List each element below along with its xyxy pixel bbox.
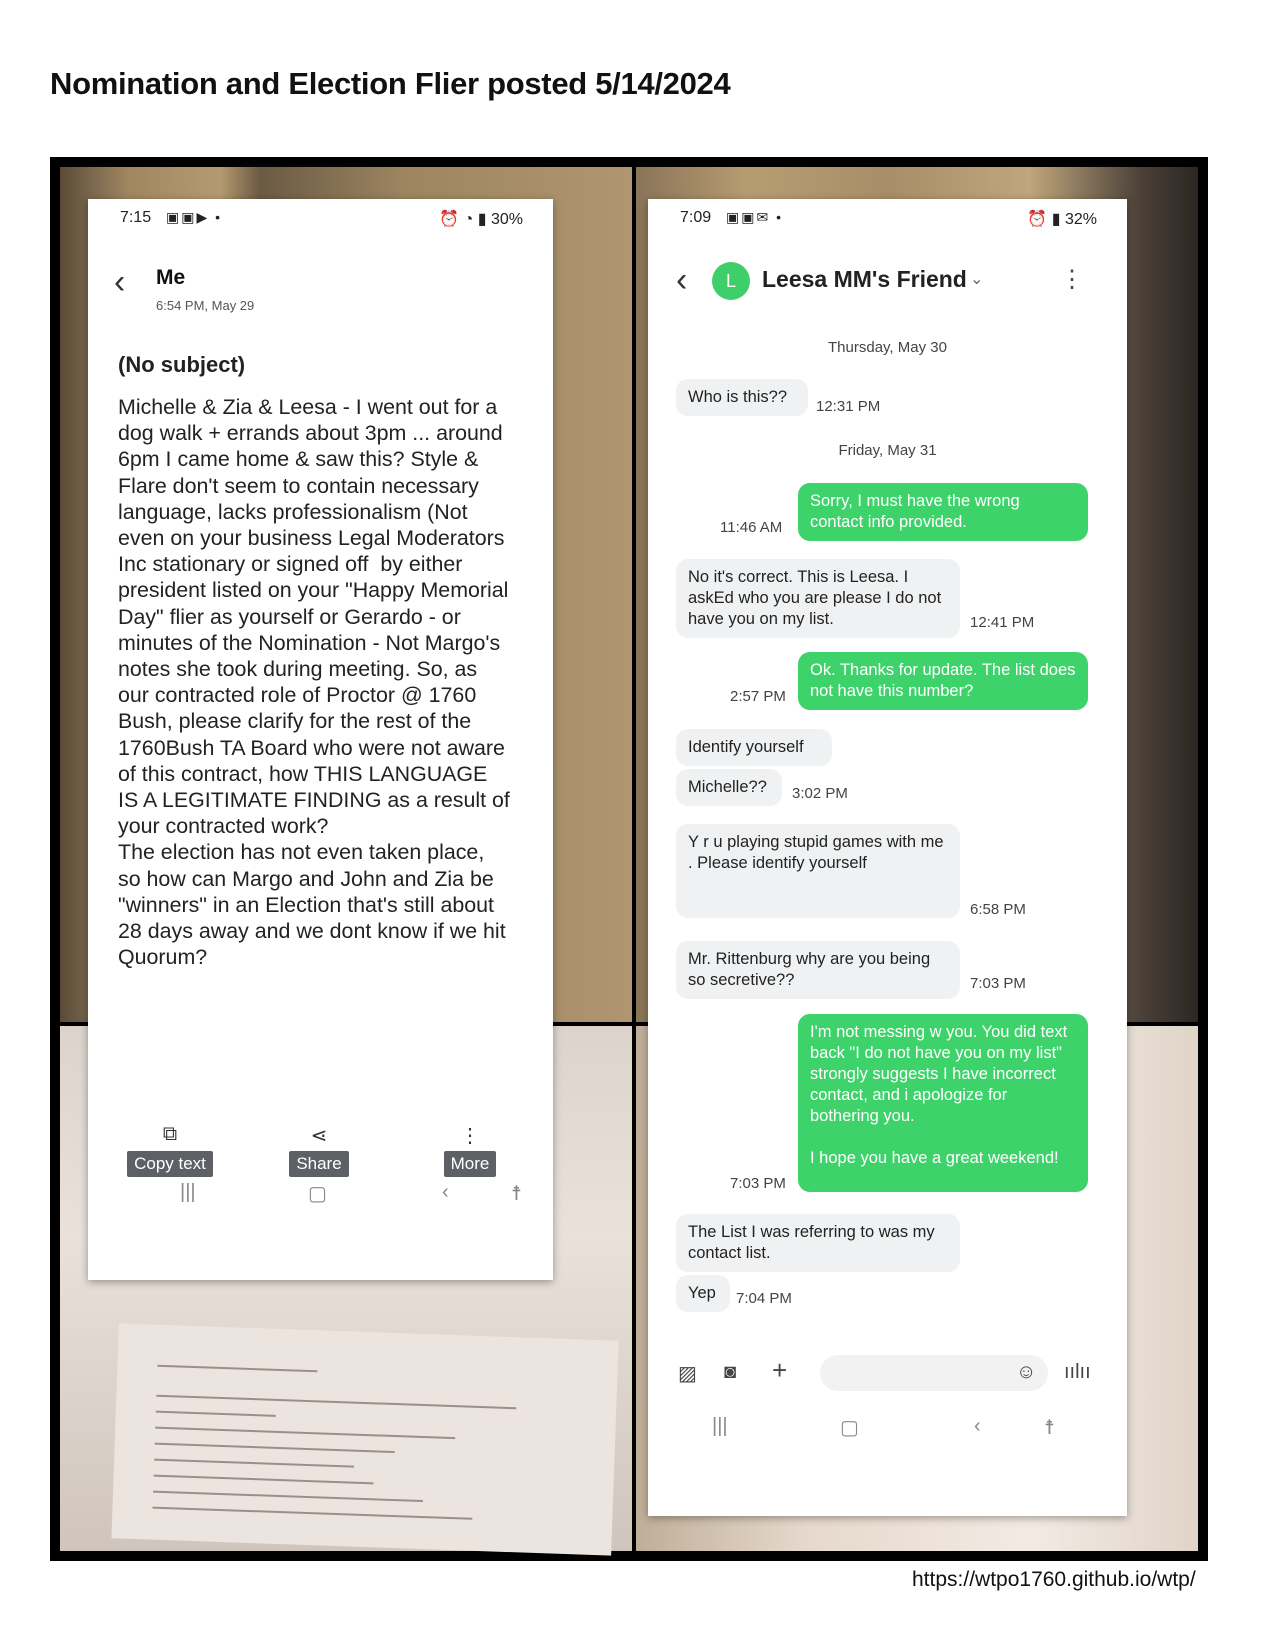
battery-level: 30% xyxy=(490,211,523,228)
share-label: Share xyxy=(289,1151,349,1177)
email-subject: (No subject) xyxy=(118,352,246,377)
day-separator: Thursday, May 30 xyxy=(828,339,947,356)
message-time: 7:04 PM xyxy=(736,1290,792,1307)
signal-icon: ⏰ ◔ ▮ xyxy=(439,211,491,228)
system-nav-bar: ||| ▢ ‹ ☨ xyxy=(88,1181,553,1209)
notification-icons: ▣▣▶ • xyxy=(166,209,223,225)
message-bubble-incoming[interactable]: Identify yourself xyxy=(676,729,832,766)
email-body: Michelle & Zia & Leesa - I went out for … xyxy=(118,395,510,970)
share-button[interactable]: ⋖ Share xyxy=(271,1123,367,1177)
message-bubble-outgoing[interactable]: Ok. Thanks for update. The list does not… xyxy=(798,652,1088,710)
copy-icon: ⧉ xyxy=(162,1123,178,1145)
notification-icons: ▣▣✉ • xyxy=(726,209,783,225)
message-bubble-incoming[interactable]: The List I was referring to was my conta… xyxy=(676,1214,960,1272)
message-time: 6:58 PM xyxy=(970,901,1026,918)
message-time: 12:31 PM xyxy=(816,398,881,415)
message-bubble-incoming[interactable]: Who is this?? xyxy=(676,379,808,416)
status-time: 7:15 xyxy=(120,209,152,226)
status-bar: 7:09 ▣▣✉ • ⏰ ▮ 32% xyxy=(648,199,1127,235)
add-icon[interactable]: + xyxy=(772,1355,787,1386)
message-bubble-incoming[interactable]: No it's correct. This is Leesa. I askEd … xyxy=(676,559,960,638)
avatar[interactable]: L xyxy=(712,262,750,300)
chevron-left-icon[interactable]: ‹ xyxy=(676,261,687,300)
message-composer: ▨ ◙ + ☺ ıılıı xyxy=(648,1349,1127,1397)
more-vert-icon: ⋮ xyxy=(460,1125,480,1147)
home-icon[interactable]: ▢ xyxy=(840,1415,859,1440)
message-date: 6:54 PM, May 29 xyxy=(156,298,255,313)
email-phone-screen: 7:15 ▣▣▶ • ⏰ ◔ ▮ 30% ‹ Me 6:54 PM, May 2… xyxy=(88,199,553,1280)
message-bubble-incoming[interactable]: Yep xyxy=(676,1275,730,1312)
message-time: 11:46 AM xyxy=(720,519,783,536)
message-time: 3:02 PM xyxy=(792,785,848,802)
chevron-left-icon[interactable]: ‹ xyxy=(114,263,125,302)
copy-text-button[interactable]: ⧉ Copy text xyxy=(122,1123,218,1177)
more-button[interactable]: ⋮ More xyxy=(422,1123,518,1177)
camera-icon[interactable]: ◙ xyxy=(724,1361,736,1384)
home-icon[interactable]: ▢ xyxy=(308,1181,327,1206)
accessibility-icon[interactable]: ☨ xyxy=(511,1181,522,1206)
share-icon: ⋖ xyxy=(310,1125,328,1147)
day-separator: Friday, May 31 xyxy=(838,442,937,459)
sms-phone-screen: 7:09 ▣▣✉ • ⏰ ▮ 32% ‹ L Leesa MM's Friend… xyxy=(648,199,1127,1516)
recent-apps-icon[interactable]: ||| xyxy=(712,1415,728,1438)
sender-name: Me xyxy=(156,266,186,289)
back-icon[interactable]: ‹ xyxy=(442,1181,449,1204)
battery-level: 32% xyxy=(1064,211,1097,228)
system-nav-bar: ||| ▢ ‹ ☨ xyxy=(648,1415,1127,1443)
more-label: More xyxy=(443,1151,497,1177)
document-title: Nomination and Election Flier posted 5/1… xyxy=(50,66,731,101)
more-vert-icon[interactable]: ⋮ xyxy=(1060,265,1084,294)
gallery-icon[interactable]: ▨ xyxy=(678,1361,697,1386)
status-bar: 7:15 ▣▣▶ • ⏰ ◔ ▮ 30% xyxy=(88,199,553,235)
message-time: 7:03 PM xyxy=(970,975,1026,992)
emoji-icon[interactable]: ☺ xyxy=(1016,1361,1036,1384)
voice-icon[interactable]: ıılıı xyxy=(1064,1361,1091,1384)
accessibility-icon[interactable]: ☨ xyxy=(1044,1415,1055,1440)
message-time: 7:03 PM xyxy=(730,1175,786,1192)
flier-photo xyxy=(111,1323,619,1556)
message-bubble-outgoing[interactable]: Sorry, I must have the wrong contact inf… xyxy=(798,483,1088,541)
message-bubble-incoming[interactable]: Mr. Rittenburg why are you being so secr… xyxy=(676,941,960,999)
message-bubble-incoming[interactable]: Michelle?? xyxy=(676,769,782,806)
message-bubble-incoming[interactable]: Y r u playing stupid games with me . Ple… xyxy=(676,824,960,918)
chevron-down-icon[interactable]: ⌄ xyxy=(970,269,983,289)
message-time: 12:41 PM xyxy=(970,614,1035,631)
footer-url: https://wtpo1760.github.io/wtp/ xyxy=(912,1568,1196,1591)
message-bubble-outgoing[interactable]: I'm not messing w you. You did text back… xyxy=(798,1014,1088,1192)
status-time: 7:09 xyxy=(680,209,712,226)
message-input[interactable] xyxy=(820,1355,1048,1391)
recent-apps-icon[interactable]: ||| xyxy=(180,1181,196,1204)
copy-text-label: Copy text xyxy=(127,1151,213,1177)
back-icon[interactable]: ‹ xyxy=(974,1415,981,1438)
message-time: 2:57 PM xyxy=(730,688,786,705)
signal-icon: ⏰ ▮ xyxy=(1027,211,1065,228)
contact-name[interactable]: Leesa MM's Friend xyxy=(762,266,967,293)
